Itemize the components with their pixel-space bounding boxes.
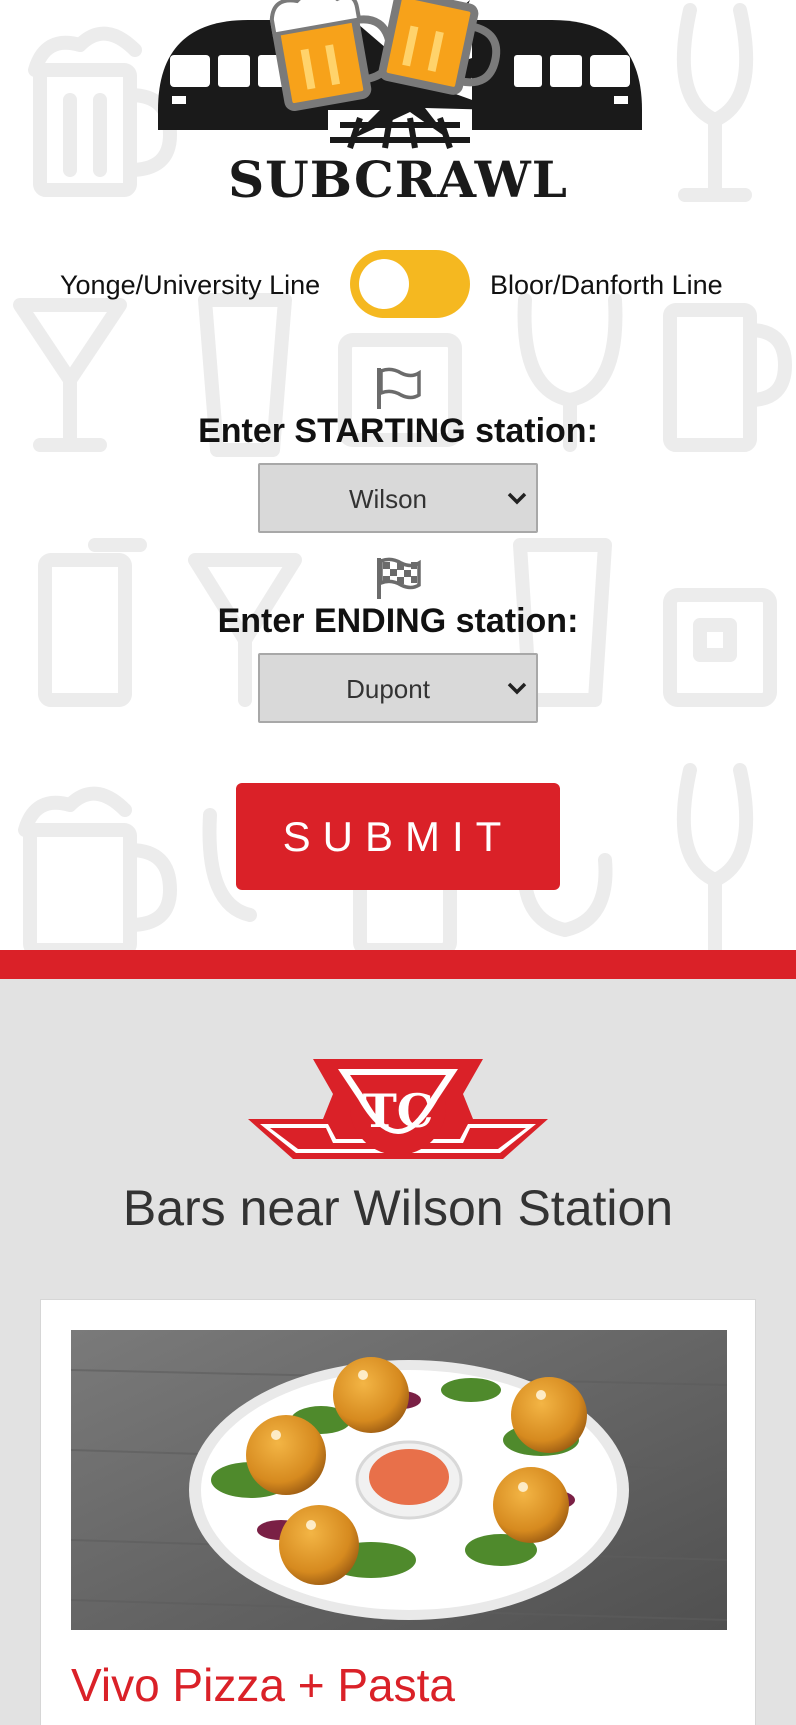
line-toggle-row: Yonge/University Line Bloor/Danforth Lin…: [0, 250, 796, 320]
ending-station-label: Enter ENDING station:: [217, 602, 579, 640]
ttc-logo: TC: [248, 1059, 548, 1159]
chevron-down-icon: [507, 682, 527, 695]
bar-name[interactable]: Vivo Pizza + Pasta: [71, 1658, 455, 1712]
results-title: Bars near Wilson Station: [122, 1180, 674, 1236]
line-switch-toggle[interactable]: [350, 250, 470, 318]
toggle-knob: [359, 259, 409, 309]
submit-button[interactable]: SUBMIT: [236, 783, 560, 890]
svg-text:TC: TC: [363, 1084, 434, 1138]
results-section: TC Bars near Wilson Station Vivo Pizza +…: [0, 979, 796, 1725]
hero-section: SUBCRAWL Yonge/University Line Bloor/Dan…: [0, 0, 796, 950]
section-divider: [0, 950, 796, 979]
starting-station-select[interactable]: Wilson: [258, 463, 538, 533]
checkered-flag-icon: [377, 557, 421, 599]
bar-card[interactable]: Vivo Pizza + Pasta: [40, 1299, 756, 1725]
arancini-plate-photo: [71, 1330, 727, 1630]
bloor-danforth-label: Bloor/Danforth Line: [490, 270, 723, 300]
yonge-university-label: Yonge/University Line: [60, 270, 321, 300]
brand-wordmark: SUBCRAWL: [228, 150, 568, 209]
flag-outline-icon: [377, 367, 421, 409]
ending-station-select[interactable]: Dupont: [258, 653, 538, 723]
chevron-down-icon: [507, 492, 527, 505]
starting-station-label: Enter STARTING station:: [198, 412, 598, 450]
starting-station-value: Wilson: [348, 484, 427, 514]
ending-station-value: Dupont: [346, 674, 430, 704]
